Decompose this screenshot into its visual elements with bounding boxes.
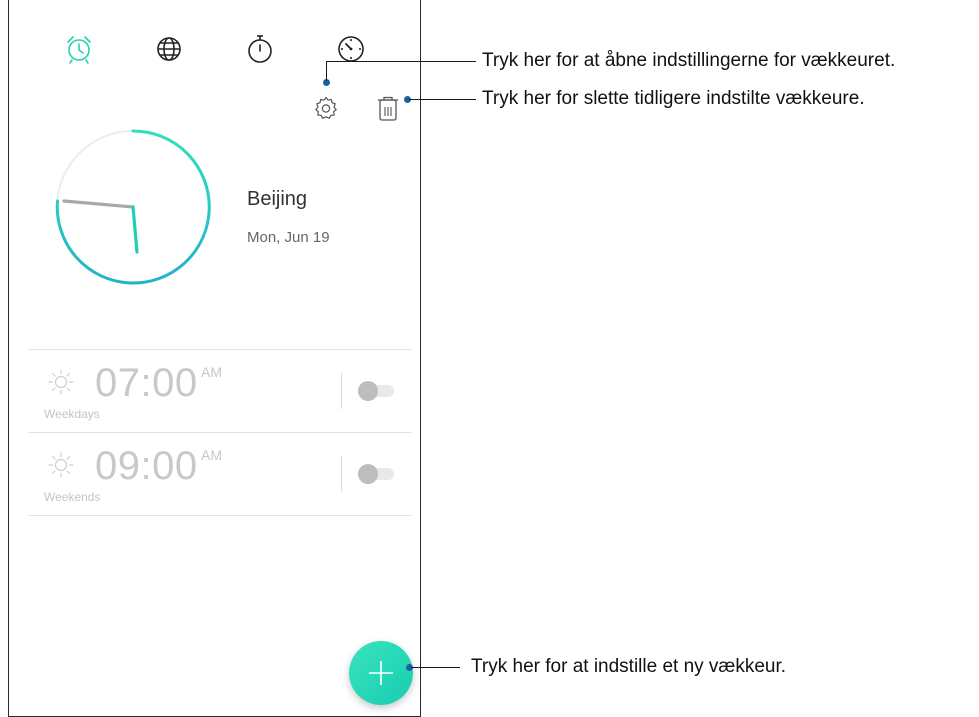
gear-icon — [315, 96, 337, 119]
globe-icon — [157, 37, 181, 61]
alarm-time: 07:00 — [95, 361, 198, 405]
world-clock-city: Beijing — [247, 188, 308, 210]
tab-stopwatch[interactable] — [243, 32, 277, 66]
analog-clock — [55, 129, 211, 285]
toggle-knob — [358, 464, 378, 484]
alarm-days: Weekends — [44, 490, 101, 504]
sun-icon — [48, 369, 74, 395]
alarm-ampm: AM — [201, 364, 222, 380]
alarm-toggle[interactable] — [358, 464, 396, 484]
callout-line — [326, 61, 327, 81]
plus-icon — [369, 661, 393, 685]
alarm-clock-icon — [67, 36, 91, 64]
tab-alarm[interactable] — [62, 32, 96, 66]
callout-settings-text: Tryk her for at åbne indstillingerne for… — [482, 50, 896, 71]
world-clock-date: Mon, Jun 19 — [247, 229, 330, 246]
divider — [28, 432, 412, 433]
callout-delete-text: Tryk her for slette tidligere indstilte … — [482, 88, 865, 109]
add-alarm-button[interactable] — [349, 641, 413, 705]
stopwatch-icon — [248, 35, 272, 63]
sun-icon — [48, 452, 74, 478]
callout-line — [326, 61, 476, 62]
tab-world-clock[interactable] — [152, 32, 186, 66]
delete-button[interactable] — [376, 95, 400, 123]
divider — [28, 515, 412, 516]
toggle-knob — [358, 381, 378, 401]
alarm-time: 09:00 — [95, 444, 198, 488]
settings-button[interactable] — [313, 95, 339, 121]
alarm-toggle[interactable] — [358, 381, 396, 401]
separator — [341, 373, 342, 409]
trash-icon — [378, 96, 398, 121]
separator — [341, 456, 342, 492]
phone-screen: Beijing Mon, Jun 19 07:00 AM Weekdays 09… — [8, 0, 421, 717]
callout-line — [411, 667, 460, 668]
alarm-days: Weekdays — [44, 407, 100, 421]
divider — [28, 349, 412, 350]
callout-add-text: Tryk her for at indstille et ny vækkeur. — [471, 656, 787, 677]
callout-line — [409, 99, 476, 100]
alarm-ampm: AM — [201, 447, 222, 463]
